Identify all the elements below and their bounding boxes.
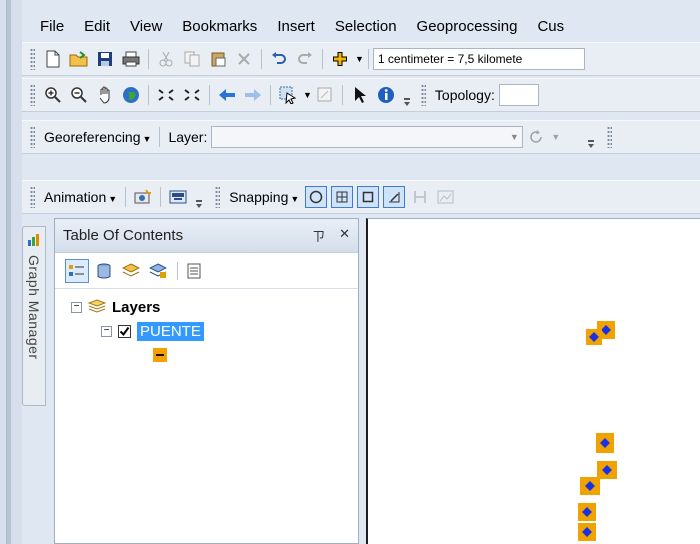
standard-toolbar: ▼ 1 centimeter = 7,5 kilomete (22, 42, 700, 76)
layers-stack-icon (87, 298, 107, 316)
layers-label[interactable]: Layers (112, 299, 160, 316)
menu-bookmarks[interactable]: Bookmarks (172, 18, 267, 35)
menu-geoprocessing[interactable]: Geoprocessing (407, 18, 528, 35)
window-edge (0, 0, 22, 544)
toolbar-overflow-icon[interactable] (194, 186, 204, 208)
rotate-icon[interactable] (525, 126, 547, 148)
tree-row-layers: − Layers (55, 295, 358, 319)
zoom-out-icon[interactable] (68, 84, 90, 106)
animation-controls-icon[interactable] (167, 186, 189, 208)
map-feature[interactable] (578, 503, 596, 521)
toolbar-grip[interactable] (30, 186, 35, 208)
map-feature[interactable] (580, 477, 600, 495)
copy-icon[interactable] (181, 48, 203, 70)
toolbar-overflow-icon[interactable] (402, 84, 412, 106)
table-of-contents-panel: Table Of Contents ㄗ ✕ − Layers − PUENTE (54, 218, 359, 544)
map-display[interactable] (366, 218, 700, 544)
animation-snapping-toolbar: Animation ▼ Snapping ▼ (22, 180, 700, 214)
add-data-icon[interactable] (329, 48, 351, 70)
collapse-icon[interactable]: − (101, 325, 112, 337)
print-icon[interactable] (120, 48, 142, 70)
georeferencing-menu[interactable]: Georeferencing ▼ (40, 129, 155, 145)
delete-icon[interactable] (233, 48, 255, 70)
capture-view-icon[interactable] (132, 186, 154, 208)
graph-manager-label: Graph Manager (26, 255, 42, 360)
clear-selection-icon[interactable] (314, 84, 336, 106)
tools-toolbar: ▼ Topology: (22, 78, 700, 112)
toolbar-grip[interactable] (215, 186, 221, 208)
identify-icon[interactable] (375, 84, 397, 106)
toc-toolbar (55, 253, 358, 289)
graph-manager-tab[interactable]: Graph Manager (22, 226, 46, 406)
edge-snapping-icon[interactable] (383, 186, 406, 208)
save-icon[interactable] (94, 48, 116, 70)
rotate-dropdown-icon[interactable]: ▼ (551, 132, 560, 142)
map-feature[interactable] (597, 461, 617, 479)
toolbar-grip[interactable] (30, 48, 35, 70)
cut-icon[interactable] (155, 48, 177, 70)
intersection-snapping-icon[interactable] (409, 186, 431, 208)
globe-icon[interactable] (120, 84, 142, 106)
toolbar-grip[interactable] (420, 84, 426, 106)
map-scale-combo[interactable]: 1 centimeter = 7,5 kilomete (372, 48, 585, 70)
close-icon[interactable]: ✕ (339, 226, 350, 245)
collapse-icon[interactable]: − (71, 301, 82, 313)
list-by-drawing-order-icon[interactable] (65, 258, 89, 283)
toolbar-grip[interactable] (30, 126, 35, 148)
undo-icon[interactable] (268, 48, 290, 70)
topology-label: Topology: (434, 87, 495, 103)
layer-visibility-checkbox[interactable] (118, 324, 131, 338)
list-by-selection-icon[interactable] (146, 259, 170, 283)
end-snapping-icon[interactable] (331, 186, 354, 208)
open-folder-icon[interactable] (68, 48, 90, 70)
snap-to-sketch-icon[interactable] (435, 186, 457, 208)
pan-icon[interactable] (94, 84, 116, 106)
forward-extent-icon[interactable] (242, 84, 264, 106)
georeferencing-toolbar: Georeferencing ▼ Layer: ▼ ▼ (22, 120, 700, 154)
redo-icon[interactable] (294, 48, 316, 70)
back-extent-icon[interactable] (216, 84, 238, 106)
map-feature[interactable] (578, 523, 596, 541)
toolbar-grip[interactable] (607, 126, 613, 148)
layer-symbol-icon[interactable] (153, 348, 167, 362)
select-features-icon[interactable] (277, 84, 299, 106)
toolbar-grip[interactable] (30, 84, 35, 106)
list-by-visibility-icon[interactable] (119, 259, 143, 283)
menu-customize[interactable]: Cus (527, 18, 574, 35)
toc-tree: − Layers − PUENTE (55, 289, 358, 367)
select-elements-icon[interactable] (349, 84, 371, 106)
topology-combo[interactable] (498, 84, 539, 106)
graph-icon (28, 234, 39, 246)
map-feature[interactable] (586, 329, 602, 345)
animation-menu[interactable]: Animation ▼ (40, 189, 121, 205)
fixed-zoom-out-icon[interactable] (181, 84, 203, 106)
map-feature[interactable] (596, 433, 614, 453)
options-icon[interactable] (182, 259, 206, 283)
add-data-dropdown-icon[interactable]: ▼ (355, 54, 364, 64)
snapping-menu[interactable]: Snapping ▼ (225, 189, 303, 205)
point-snapping-icon[interactable] (305, 186, 328, 208)
layer-name-puente[interactable]: PUENTE (137, 321, 204, 341)
fixed-zoom-in-icon[interactable] (155, 84, 177, 106)
menu-selection[interactable]: Selection (325, 18, 407, 35)
menu-file[interactable]: File (22, 18, 74, 35)
tree-row-symbol (55, 343, 358, 367)
toc-header: Table Of Contents ㄗ ✕ (55, 219, 358, 253)
menu-edit[interactable]: Edit (74, 18, 120, 35)
menu-insert[interactable]: Insert (267, 18, 325, 35)
vertex-snapping-icon[interactable] (357, 186, 380, 208)
toolbar-overflow-icon[interactable] (586, 126, 596, 148)
tree-row-puente: − PUENTE (55, 319, 358, 343)
zoom-in-icon[interactable] (42, 84, 64, 106)
paste-icon[interactable] (207, 48, 229, 70)
menu-view[interactable]: View (120, 18, 172, 35)
layer-combo[interactable]: ▼ (211, 126, 524, 148)
select-dropdown-icon[interactable]: ▼ (303, 90, 312, 100)
layer-label: Layer: (168, 129, 208, 145)
list-by-source-icon[interactable] (92, 259, 116, 283)
new-document-icon[interactable] (42, 48, 64, 70)
menu-bar: File Edit View Bookmarks Insert Selectio… (22, 12, 700, 40)
pin-icon[interactable]: ㄗ (312, 226, 325, 245)
toc-title: Table Of Contents (63, 227, 184, 244)
